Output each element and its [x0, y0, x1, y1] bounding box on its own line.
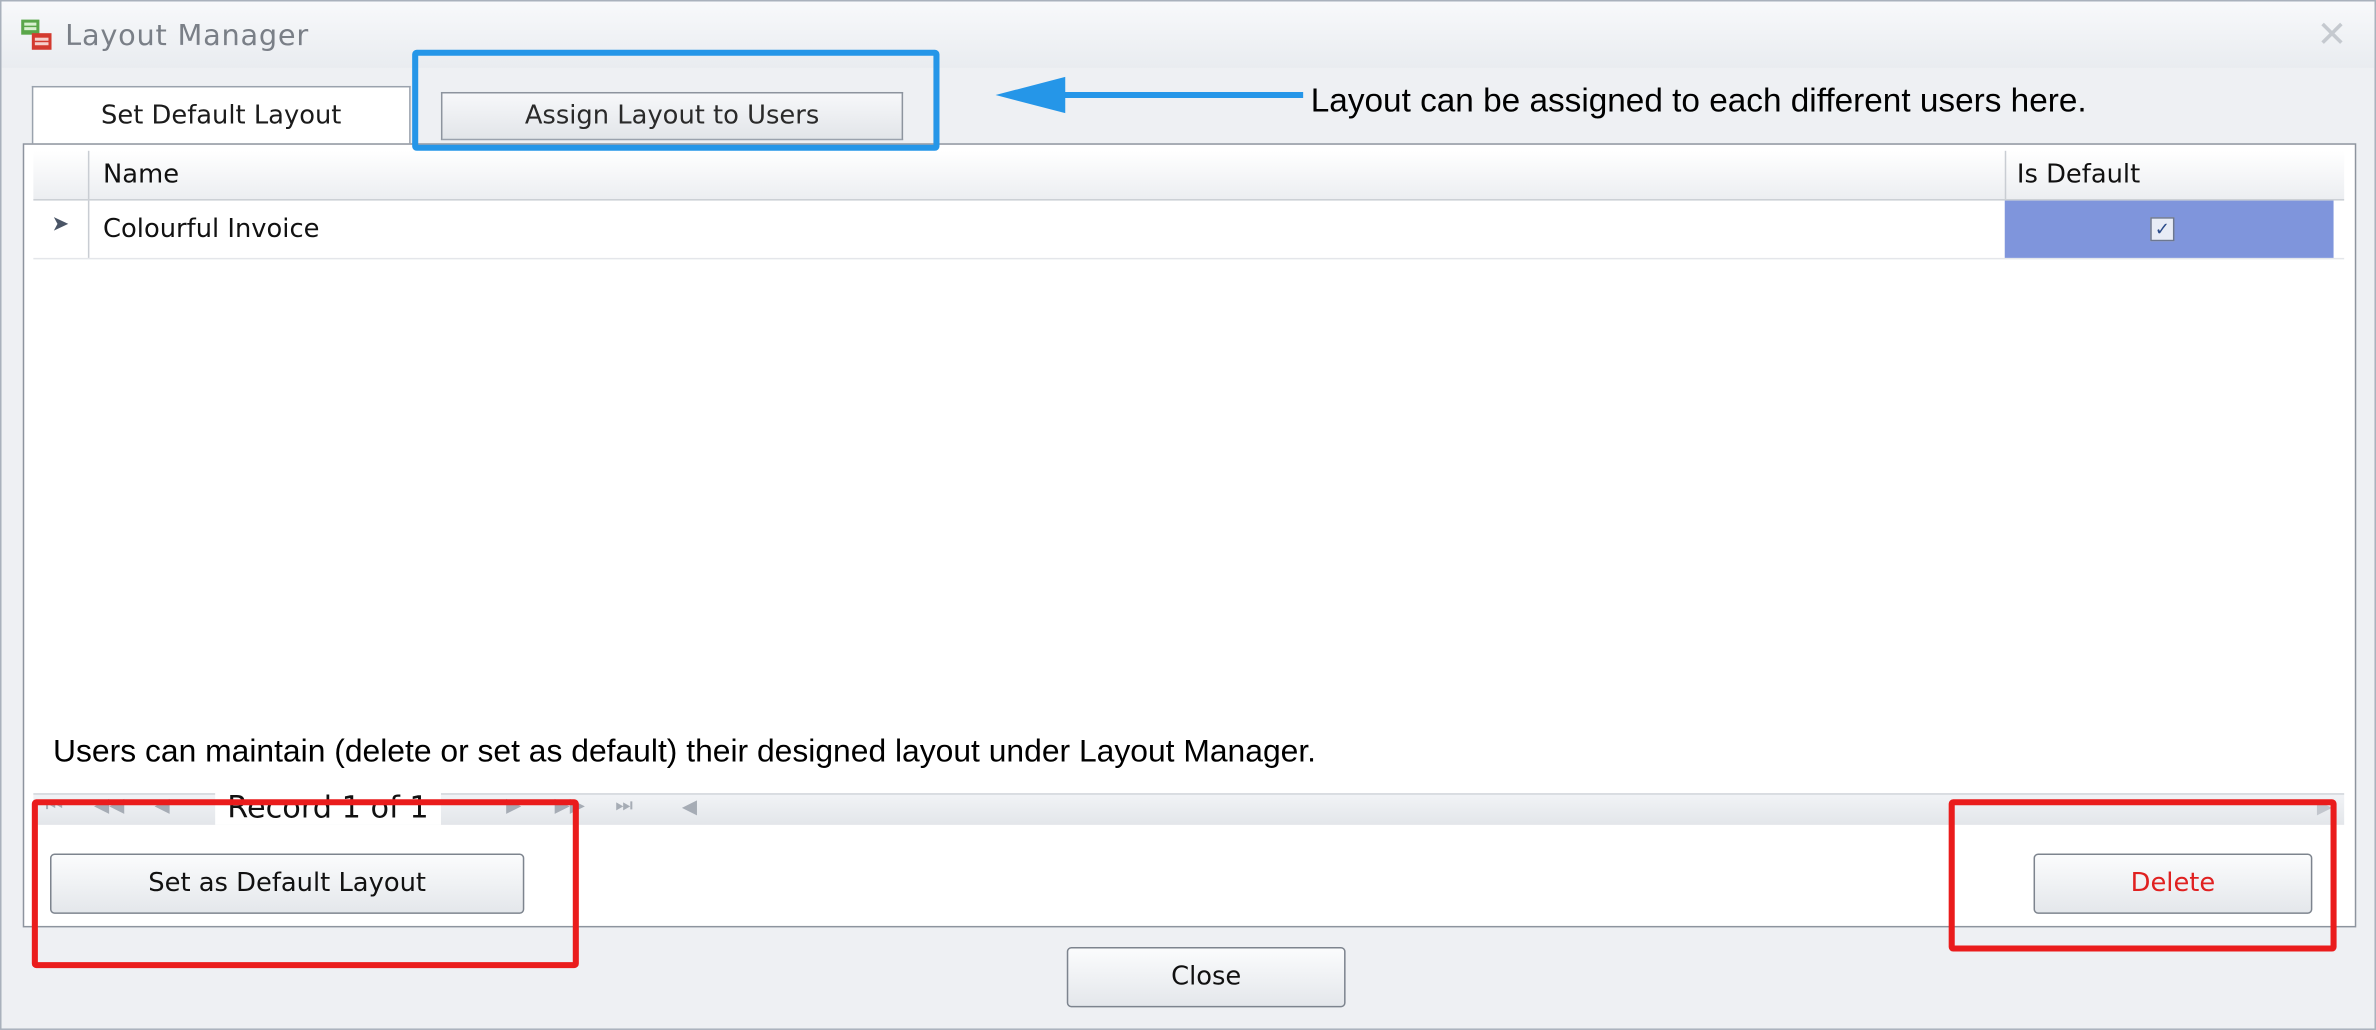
is-default-cell[interactable]: ✓ [2004, 200, 2334, 258]
title-bar: Layout Manager ✕ [1, 1, 2375, 68]
layout-name-cell[interactable]: Colourful Invoice [103, 214, 319, 244]
arrow-left-icon [995, 76, 1304, 114]
close-icon[interactable]: ✕ [2317, 14, 2347, 56]
close-button[interactable]: Close [1066, 947, 1346, 1008]
last-record-icon[interactable]: ⏭ [615, 795, 633, 818]
column-header-is-default[interactable]: Is Default [2004, 150, 2344, 200]
annotation-bottom-text: Users can maintain (delete or set as def… [53, 734, 1317, 770]
column-header-name[interactable]: Name [103, 160, 179, 190]
is-default-checkbox[interactable]: ✓ [2150, 217, 2175, 242]
set-default-highlight-box [31, 799, 579, 969]
table-row[interactable]: ➤ Colourful Invoice ✓ [33, 200, 2345, 260]
layout-manager-icon [21, 19, 52, 50]
delete-highlight-box [1948, 799, 2337, 952]
row-selector-header [33, 150, 90, 200]
grid-header: Name Is Default [33, 150, 2345, 201]
window-title: Layout Manager [65, 19, 310, 53]
tab-highlight-box [412, 49, 940, 151]
scroll-left-icon[interactable]: ◀ [682, 796, 697, 819]
annotation-top-text: Layout can be assigned to each different… [1310, 81, 2087, 120]
current-row-arrow-icon: ➤ [51, 212, 70, 237]
tab-set-default-layout[interactable]: Set Default Layout [31, 85, 411, 145]
row-selector[interactable]: ➤ [33, 200, 90, 258]
